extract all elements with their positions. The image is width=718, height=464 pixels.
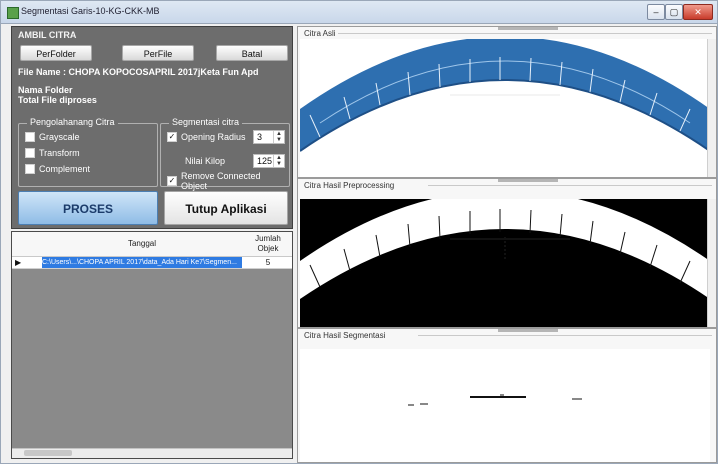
transform-checkbox[interactable]: Transform [25,148,80,158]
table-header: Tanggal Jumlah Objek [12,232,292,257]
result-table[interactable]: Tanggal Jumlah Objek ▶ C:\Users\...\CHOP… [11,231,293,459]
vertical-scrollbar[interactable] [707,39,716,177]
segmentasi-panel: Citra Hasil Segmentasi [297,328,717,463]
app-icon [7,7,19,19]
left-column: AMBIL CITRA PerFolder PerFile Batal File… [11,26,293,459]
grayscale-box[interactable] [25,132,35,142]
horizontal-scrollbar[interactable] [12,448,292,458]
spin-down-icon[interactable]: ▼ [274,137,284,143]
app-window: Segmentasi Garis-10-KG-CKK-MB – ▢ ✕ AMBI… [0,0,718,464]
preprocessed-image [300,199,710,327]
complement-label: Complement [39,164,91,174]
remove-box[interactable]: ✓ [167,176,177,186]
preprocessing-panel: Citra Hasil Preprocessing [297,178,717,328]
divider [418,335,712,336]
panel-grip[interactable] [498,179,558,182]
maximize-button[interactable]: ▢ [665,4,683,20]
segmentasi-panel-title: Citra Hasil Segmentasi [304,331,386,340]
nilai-label: Nilai Kilop [185,156,226,166]
cell-tanggal[interactable]: C:\Users\...\CHOPA APRIL 2017\data_Ada H… [42,257,242,268]
minimize-button[interactable]: – [647,4,665,20]
control-panel: AMBIL CITRA PerFolder PerFile Batal File… [11,26,293,229]
opening-box[interactable]: ✓ [167,132,177,142]
proses-button[interactable]: PROSES [18,191,158,225]
row-marker-icon: ▶ [15,258,22,267]
opening-label: Opening Radius [181,132,246,142]
ambil-citra-title: AMBIL CITRA [18,30,77,40]
close-button[interactable]: ✕ [683,4,713,20]
segmentasi-title: Segmentasi citra [169,117,243,127]
title-bar[interactable]: Segmentasi Garis-10-KG-CKK-MB – ▢ ✕ [1,1,717,24]
tutup-aplikasi-button[interactable]: Tutup Aplikasi [164,191,288,225]
transform-label: Transform [39,148,80,158]
panel-grip[interactable] [498,329,558,332]
grayscale-label: Grayscale [39,132,80,142]
right-column: Citra Asli Citra Hasil Preprocessing Cit… [297,26,717,463]
table-row[interactable]: ▶ C:\Users\...\CHOPA APRIL 2017\data_Ada… [12,257,292,269]
window-title: Segmentasi Garis-10-KG-CKK-MB [21,6,160,16]
citra-asli-panel: Citra Asli [297,26,717,178]
panel-grip[interactable] [498,27,558,30]
per-folder-button[interactable]: PerFolder [20,45,92,61]
divider [338,33,712,34]
nilai-stepper[interactable]: 125 ▲ ▼ [253,154,285,168]
opening-radius-value[interactable]: 3 [254,131,273,143]
vertical-scrollbar[interactable] [707,199,716,327]
batal-button[interactable]: Batal [216,45,288,61]
cell-jumlah[interactable]: 5 [248,257,288,268]
segmented-image [300,349,710,462]
preprocessing-panel-title: Citra Hasil Preprocessing [304,181,395,190]
total-file-label: Total File diproses [18,95,97,105]
complement-box[interactable] [25,164,35,174]
file-name-label: File Name : CHOPA KOPOCOSAPRIL 2017jKeta… [18,67,259,77]
opening-checkbox[interactable]: ✓ Opening Radius [167,132,246,142]
col-jumlah[interactable]: Jumlah Objek [248,232,288,258]
nilai-arrows[interactable]: ▲ ▼ [273,155,284,167]
remove-checkbox[interactable]: ✓ Remove Connected Object [167,171,289,191]
preprocessing-title: Pengolahanang Citra [27,117,118,127]
spin-down-icon[interactable]: ▼ [274,161,284,167]
opening-radius-stepper[interactable]: 3 ▲ ▼ [253,130,285,144]
citra-asli-title: Citra Asli [304,29,336,38]
grayscale-checkbox[interactable]: Grayscale [25,132,80,142]
nama-folder-label: Nama Folder [18,85,73,95]
preprocessing-group: Pengolahanang Citra Grayscale Transform … [18,117,158,187]
remove-label: Remove Connected Object [181,171,261,191]
original-image [300,39,710,177]
nilai-value[interactable]: 125 [254,155,273,167]
scrollbar-thumb[interactable] [24,450,72,456]
divider [428,185,712,186]
col-tanggal[interactable]: Tanggal [42,232,242,256]
transform-box[interactable] [25,148,35,158]
complement-checkbox[interactable]: Complement [25,164,90,174]
opening-radius-arrows[interactable]: ▲ ▼ [273,131,284,143]
segmentasi-group: Segmentasi citra ✓ Opening Radius 3 ▲ ▼ N… [160,117,290,191]
per-file-button[interactable]: PerFile [122,45,194,61]
